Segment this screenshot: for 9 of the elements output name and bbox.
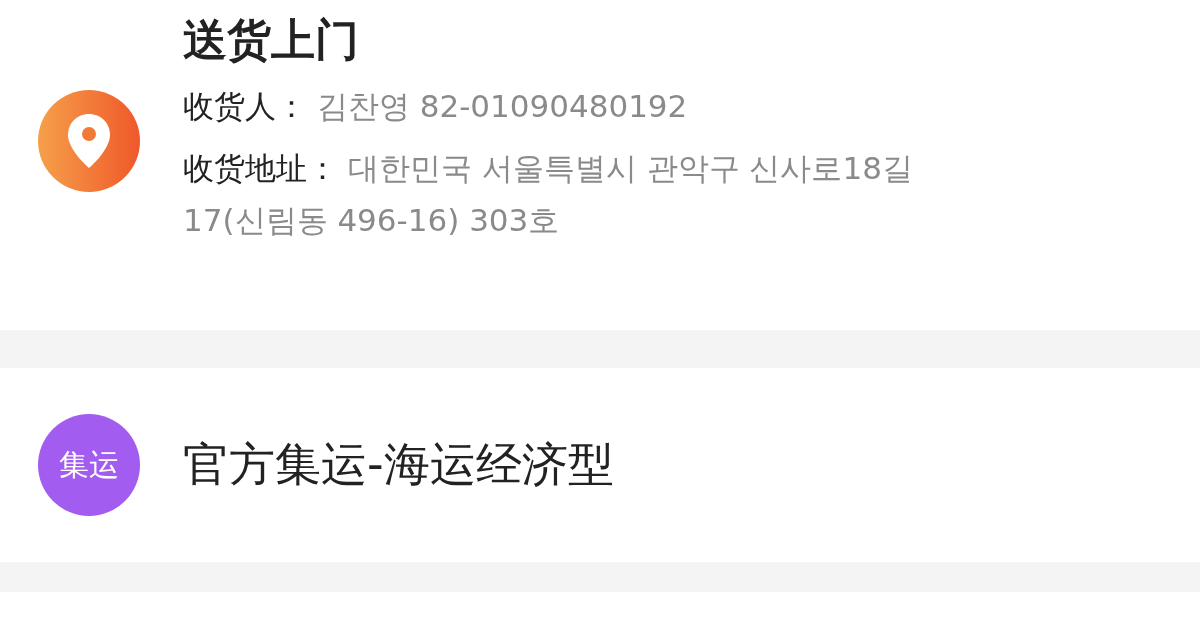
shipping-badge: 集运 xyxy=(38,414,140,516)
delivery-title: 送货上门 xyxy=(183,13,360,67)
recipient-name: 김찬영 xyxy=(316,88,410,124)
address-label: 收货地址： xyxy=(183,150,338,186)
shipping-method: 官方集运-海运经济型 xyxy=(183,436,614,493)
address-line: 17(신림동 496-16) 303호 xyxy=(183,202,560,238)
address-line: 대한민국 서울특별시 관악구 신사로18길 xyxy=(347,150,913,186)
recipient-phone: 82-01090480192 xyxy=(419,88,688,124)
recipient-label: 收货人： xyxy=(183,88,307,124)
